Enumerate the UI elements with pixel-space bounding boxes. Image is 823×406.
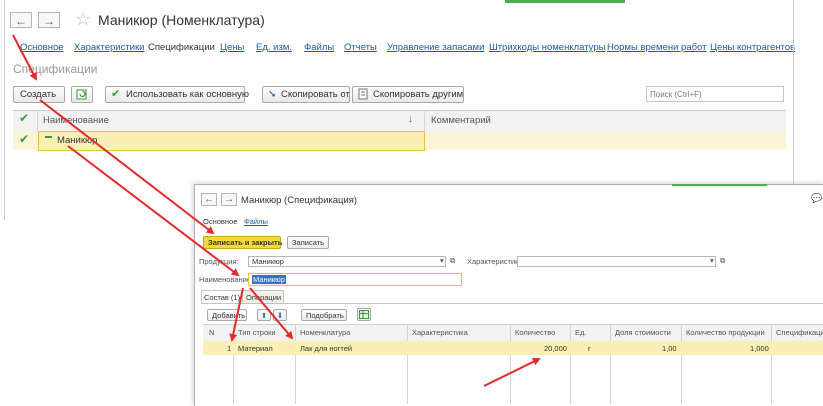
arrow-to-create (12, 34, 37, 81)
arrow-to-nomenclature (249, 287, 294, 340)
annotation-arrows (12, 34, 541, 387)
arrow-to-save (39, 99, 215, 235)
arrow-to-name (67, 145, 240, 277)
arrow-to-quantity (483, 358, 541, 387)
arrow-to-row-type (229, 287, 244, 342)
